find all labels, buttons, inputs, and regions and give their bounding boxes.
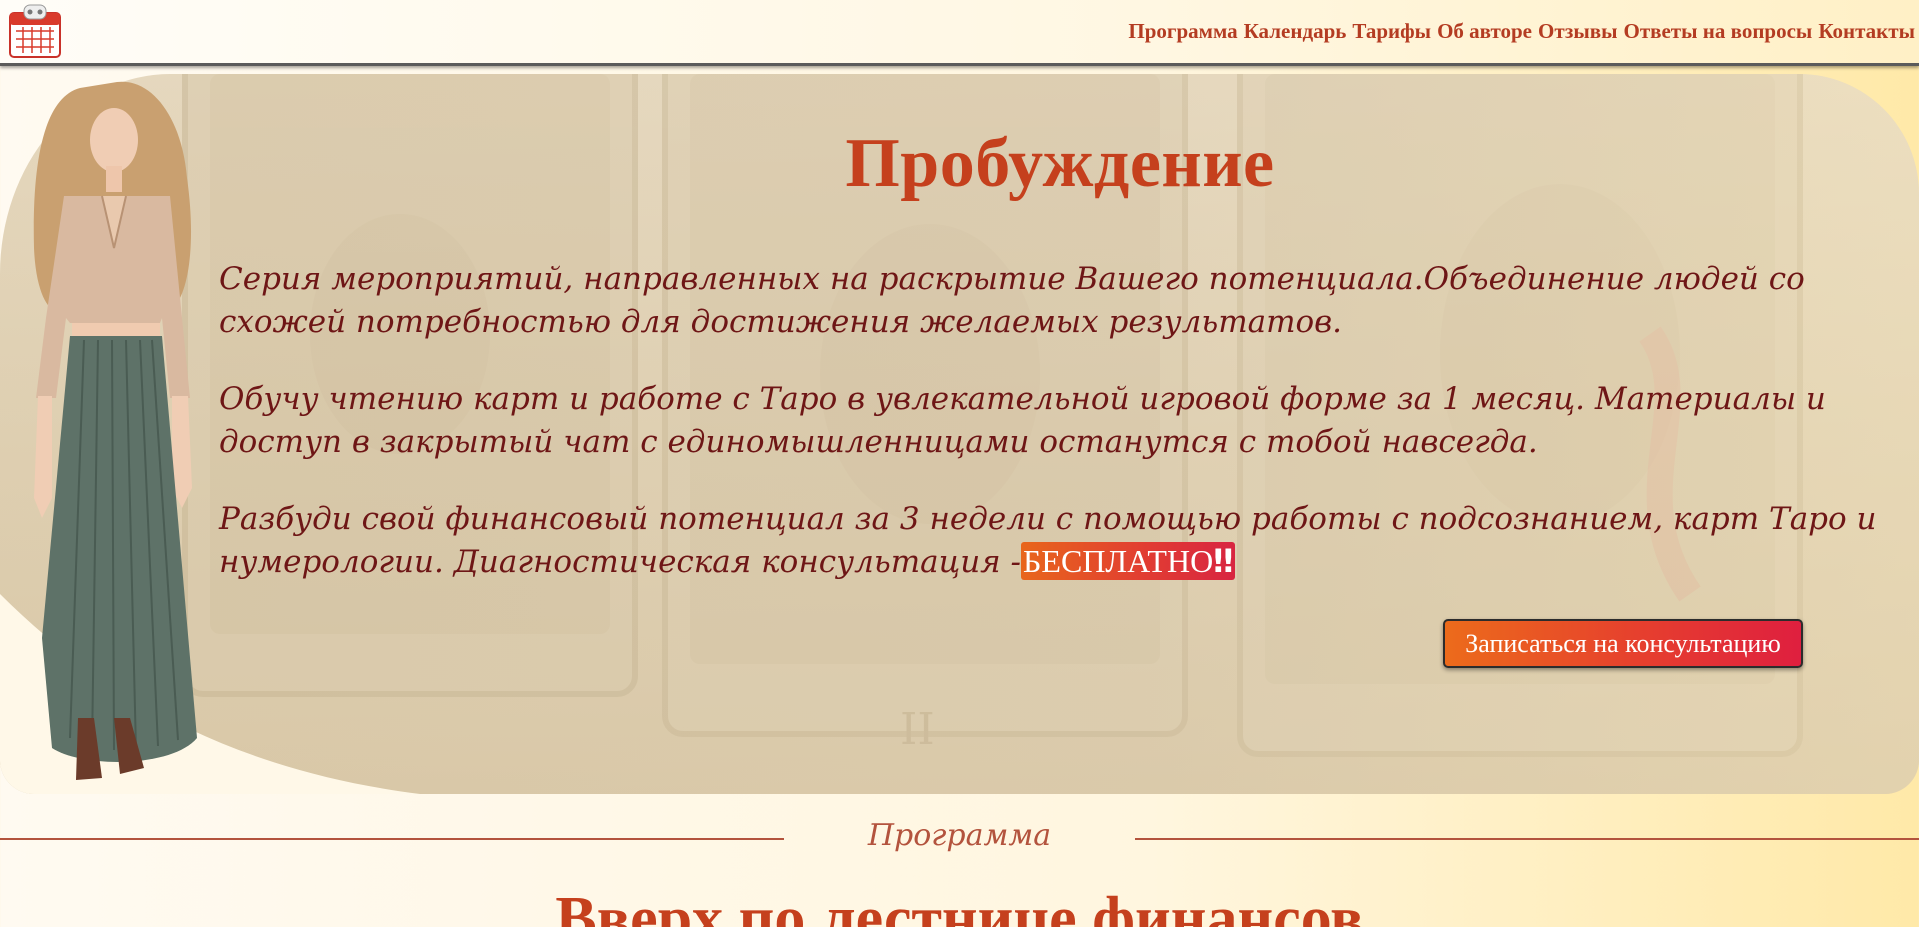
section-divider-left (0, 838, 784, 840)
hero-title: Пробуждение (845, 125, 1275, 202)
top-bar: Программа Календарь Тарифы Об авторе Отз… (0, 0, 1919, 66)
book-consultation-button[interactable]: Записаться на консультацию (1443, 619, 1803, 668)
exclamation-icon: ‼ (1213, 542, 1234, 580)
section-heading: Вверх по лестнице финансов (555, 885, 1364, 927)
nav-link-reviews[interactable]: Отзывы (1538, 19, 1617, 44)
hero-description: Серия мероприятий, направленных на раскр… (219, 258, 1899, 618)
main-nav: Программа Календарь Тарифы Об авторе Отз… (1128, 19, 1915, 44)
calendar-icon[interactable] (8, 3, 62, 59)
nav-link-faq[interactable]: Ответы на вопросы (1624, 19, 1813, 44)
free-badge-text: БЕСПЛАТНО (1023, 543, 1214, 579)
free-badge: БЕСПЛАТНО‼ (1021, 542, 1236, 580)
section-label: Программа (867, 818, 1052, 853)
nav-link-about[interactable]: Об авторе (1437, 19, 1532, 44)
hero-paragraph: Серия мероприятий, направленных на раскр… (219, 261, 1805, 340)
hero-paragraph: Обучу чтению карт и работе с Таро в увле… (219, 381, 1826, 460)
hero-paragraph: Разбуди свой финансовый потенциал за 3 н… (219, 498, 1899, 584)
section-divider-right (1135, 838, 1919, 840)
nav-link-contacts[interactable]: Контакты (1818, 19, 1915, 44)
nav-link-tariffs[interactable]: Тарифы (1352, 19, 1431, 44)
hero-section: II Пробуждение Серия мероприятий, направ… (0, 74, 1919, 794)
woman-illustration (33, 81, 197, 780)
nav-link-calendar[interactable]: Календарь (1244, 19, 1347, 44)
nav-link-program[interactable]: Программа (1128, 19, 1237, 44)
